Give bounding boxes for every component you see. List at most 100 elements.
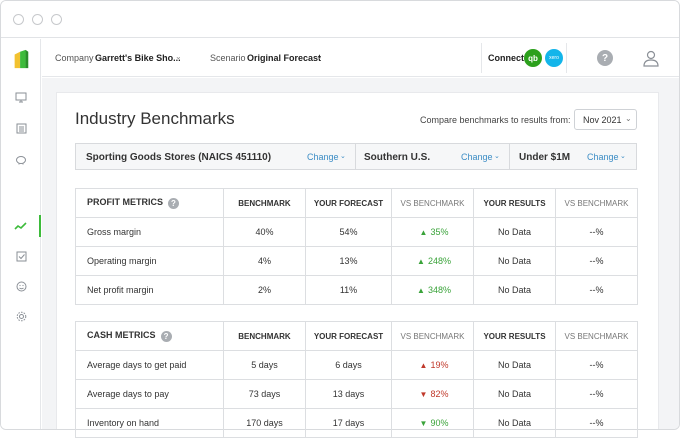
cash-metrics-table: CASH METRICS? BENCHMARK YOUR FORECAST VS…	[75, 321, 638, 438]
checklist-icon	[16, 251, 26, 261]
table-row: Average days to pay 73 days 13 days ▼ 82% No …	[75, 379, 638, 409]
chevron-down-icon[interactable]: ⌄	[316, 52, 323, 61]
column-header: VS BENCHMARK	[391, 321, 474, 351]
filter-divider	[355, 144, 356, 169]
app-logo-icon[interactable]	[11, 49, 31, 69]
company-selector[interactable]: Garrett's Bike Sho...	[95, 53, 181, 63]
vs2-cell: --%	[555, 217, 638, 247]
company-label: Company	[55, 53, 94, 63]
vs-benchmark-value: 90%	[430, 418, 449, 428]
vs-benchmark-value: 248%	[427, 256, 452, 266]
chevron-double-down-icon[interactable]: ⌄	[620, 152, 626, 160]
help-icon[interactable]: ?	[160, 330, 172, 342]
sidebar-item-benchmarks[interactable]	[1, 215, 41, 237]
metric-cell: Operating margin	[75, 246, 224, 276]
window-maximize-button[interactable]	[51, 14, 62, 25]
compare-month-value: Nov 2021	[583, 115, 622, 125]
chevron-down-icon[interactable]: ⌄	[175, 52, 182, 61]
section-title: PROFIT METRICS	[87, 197, 163, 208]
industry-change-link[interactable]: Change	[307, 152, 339, 162]
window-close-button[interactable]	[13, 14, 24, 25]
gear-icon	[16, 311, 26, 321]
table-row: Average days to get paid 5 days 6 days ▲ 19%…	[75, 350, 638, 380]
metric-cell: Average days to pay	[75, 379, 224, 409]
sidebar-item-ledger[interactable]	[1, 117, 41, 139]
column-header: BENCHMARK	[223, 321, 306, 351]
vs-benchmark-cell: ▼ 90%	[391, 408, 474, 438]
vs-benchmark-value: 19%	[430, 360, 449, 370]
connect-integrations: Connect qb xero	[481, 43, 567, 73]
page-title: Industry Benchmarks	[75, 109, 235, 128]
vs-benchmark-cell: ▲ 348%	[391, 275, 474, 305]
xero-icon[interactable]: xero	[545, 49, 563, 67]
forecast-cell: 13%	[305, 246, 392, 276]
arrow-down-icon: ▼	[419, 419, 428, 428]
table-row: Net profit margin 2% 11% ▲ 348% No Data --%	[75, 275, 638, 305]
sidebar-item-budget[interactable]	[1, 148, 41, 170]
arrow-down-icon: ▼	[419, 390, 428, 399]
forecast-cell: 54%	[305, 217, 392, 247]
vs-benchmark-value: 348%	[427, 285, 452, 295]
sidebar-item-settings[interactable]	[1, 305, 41, 327]
scenario-label: Scenario	[210, 53, 246, 63]
top-bar: Company Garrett's Bike Sho... ⌄ Scenario…	[42, 39, 679, 77]
face-icon	[16, 281, 26, 291]
benchmark-cell: 2%	[223, 275, 306, 305]
benchmark-cell: 170 days	[223, 408, 306, 438]
forecast-cell: 13 days	[305, 379, 392, 409]
trend-chart-icon	[13, 222, 27, 230]
section-title: CASH METRICS	[87, 330, 156, 341]
sidebar-item-advisor[interactable]	[1, 275, 41, 297]
user-avatar-icon[interactable]	[642, 49, 660, 67]
window-minimize-button[interactable]	[32, 14, 43, 25]
results-cell: No Data	[473, 246, 556, 276]
sidebar-item-goals[interactable]	[1, 245, 41, 267]
vs2-cell: --%	[555, 275, 638, 305]
filter-divider	[509, 144, 510, 169]
compare-label: Compare benchmarks to results from:	[420, 115, 571, 125]
revenue-change-link[interactable]: Change	[587, 152, 619, 162]
vs-benchmark-cell: ▲ 35%	[391, 217, 474, 247]
metric-cell: Average days to get paid	[75, 350, 224, 380]
results-cell: No Data	[473, 350, 556, 380]
benchmark-cell: 73 days	[223, 379, 306, 409]
help-icon[interactable]: ?	[597, 50, 613, 66]
ledger-icon	[16, 123, 26, 133]
piggy-bank-icon	[16, 155, 26, 164]
vs-benchmark-cell: ▲ 248%	[391, 246, 474, 276]
sidebar-item-dashboard[interactable]	[1, 86, 41, 108]
chevron-double-down-icon[interactable]: ⌄	[494, 152, 500, 160]
arrow-up-icon: ▲	[419, 228, 428, 237]
metric-cell: Inventory on hand	[75, 408, 224, 438]
help-icon[interactable]: ?	[168, 197, 179, 209]
chevron-double-down-icon[interactable]: ⌄	[340, 152, 346, 160]
results-cell: No Data	[473, 379, 556, 409]
benchmark-cell: 5 days	[223, 350, 306, 380]
chevron-down-icon: ⌄	[625, 114, 632, 123]
column-header: VS BENCHMARK	[555, 321, 638, 351]
forecast-cell: 6 days	[305, 350, 392, 380]
section-title-cell: PROFIT METRICS?	[75, 188, 224, 218]
metric-cell: Net profit margin	[75, 275, 224, 305]
vs-benchmark-cell: ▼ 82%	[391, 379, 474, 409]
revenue-filter-value: Under $1M	[519, 152, 571, 163]
scenario-selector[interactable]: Original Forecast	[247, 53, 321, 63]
table-row: Operating margin 4% 13% ▲ 248% No Data --%	[75, 246, 638, 276]
vs-benchmark-value: 82%	[430, 389, 449, 399]
forecast-cell: 17 days	[305, 408, 392, 438]
profit-metrics-table: PROFIT METRICS? BENCHMARK YOUR FORECAST …	[75, 188, 638, 305]
vs2-cell: --%	[555, 246, 638, 276]
section-title-cell: CASH METRICS?	[75, 321, 224, 351]
compare-month-select[interactable]: Nov 2021 ⌄	[574, 109, 637, 130]
title-bar	[1, 1, 679, 38]
arrow-up-icon: ▲	[417, 286, 425, 295]
forecast-cell: 11%	[305, 275, 392, 305]
column-header: BENCHMARK	[223, 188, 306, 218]
quickbooks-icon[interactable]: qb	[524, 49, 542, 67]
benchmark-filter-bar: Sporting Goods Stores (NAICS 451110) Cha…	[75, 143, 637, 170]
results-cell: No Data	[473, 275, 556, 305]
table-row: Inventory on hand 170 days 17 days ▼ 90% No D…	[75, 408, 638, 438]
region-change-link[interactable]: Change	[461, 152, 493, 162]
arrow-up-icon: ▲	[419, 361, 428, 370]
table-row: Gross margin 40% 54% ▲ 35% No Data --%	[75, 217, 638, 247]
